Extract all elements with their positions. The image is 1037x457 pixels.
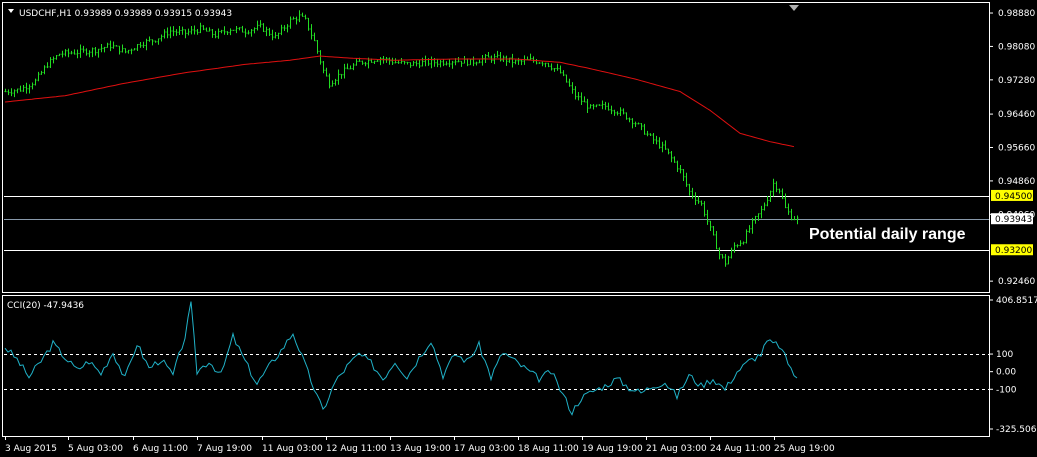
cci-axis-label: 0.00 — [996, 368, 1016, 378]
current-price-label: 0.93943 — [995, 215, 1032, 225]
cci-axis-label: -100 — [996, 385, 1017, 395]
time-axis-label: 6 Aug 11:00 — [133, 444, 188, 454]
price-axis-label: 0.96460 — [998, 110, 1035, 120]
price-axis-label: 0.97280 — [998, 76, 1035, 86]
trading-chart[interactable]: USDCHF,H1 0.93989 0.93989 0.93915 0.9394… — [0, 0, 1037, 457]
time-axis-label: 21 Aug 03:00 — [646, 444, 707, 454]
symbol-header: USDCHF,H1 0.93989 0.93989 0.93915 0.9394… — [19, 9, 232, 19]
time-axis-label: 11 Aug 03:00 — [262, 444, 323, 454]
time-axis-label: 7 Aug 19:00 — [197, 444, 252, 454]
time-axis-label: 12 Aug 11:00 — [326, 444, 387, 454]
indicator-header: CCI(20) -47.9436 — [7, 301, 84, 311]
cci-axis-label: 100 — [996, 350, 1013, 360]
price-axis-label: 0.94860 — [998, 177, 1035, 187]
cci-axis-label: -325.5062 — [996, 425, 1037, 435]
level-badge-label: 0.94500 — [995, 192, 1032, 202]
price-axis-label: 0.98880 — [998, 9, 1035, 19]
annotation-label: Potential daily range — [809, 226, 966, 243]
time-axis-label: 19 Aug 19:00 — [582, 444, 643, 454]
price-axis-label: 0.92460 — [998, 277, 1035, 287]
time-axis-label: 17 Aug 03:00 — [454, 444, 515, 454]
price-axis-label: 0.98080 — [998, 42, 1035, 52]
time-axis-label: 25 Aug 19:00 — [774, 444, 835, 454]
level-badge-label: 0.93200 — [995, 246, 1032, 256]
time-axis-label: 3 Aug 2015 — [5, 444, 57, 454]
time-axis-label: 24 Aug 11:00 — [710, 444, 771, 454]
time-axis-label: 18 Aug 11:00 — [518, 444, 579, 454]
cci-axis-label: 406.8517 — [996, 296, 1037, 306]
time-axis-label: 13 Aug 19:00 — [390, 444, 451, 454]
price-axis-label: 0.95660 — [998, 144, 1035, 154]
time-axis-label: 5 Aug 03:00 — [68, 444, 123, 454]
